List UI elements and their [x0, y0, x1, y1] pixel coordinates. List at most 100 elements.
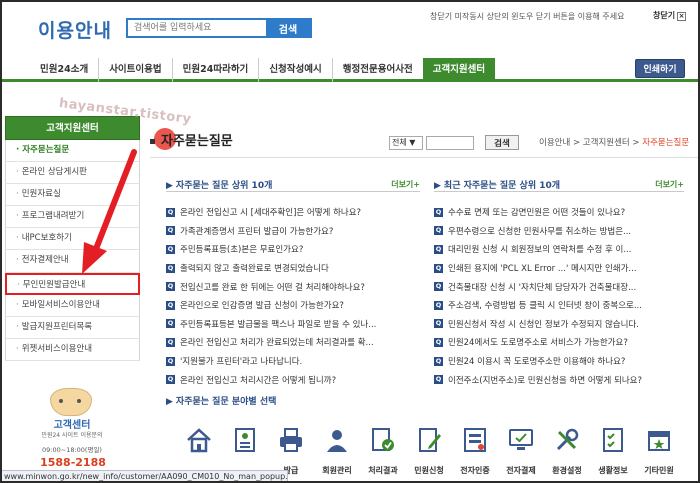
- sidebar-item-printers[interactable]: 발급지원프린터목록: [5, 316, 140, 339]
- nav-tab-follow-along[interactable]: 민원24따라하기: [171, 58, 259, 82]
- sidebar-item-pc-protect[interactable]: 내PC보호하기: [5, 228, 140, 251]
- faq-item-text: 민원24 이용시 꼭 도로명주소만 이용해야 하나요?: [448, 357, 626, 368]
- faq-recent-heading: ▶ 최근 자주묻는 질문 상위 10개 더보기+: [434, 178, 684, 192]
- nav-tab-examples[interactable]: 신청작성예시: [258, 58, 331, 82]
- faq-item[interactable]: Q 온라인으로 인감증명 발급 신청이 가능한가요?: [166, 296, 420, 315]
- help-phone: 1588-2188: [40, 456, 106, 469]
- filter-select[interactable]: 전체 ▼: [389, 135, 423, 150]
- category-label: 전자결제: [506, 466, 536, 475]
- category-application[interactable]: 민원신청: [406, 420, 452, 480]
- faq-item-text: 온라인 전입신고 처리시간은 어떻게 됩니까?: [180, 375, 337, 386]
- tools-icon: [556, 428, 579, 451]
- help-hours: 09:00~18:00(평일): [42, 446, 102, 454]
- faq-recent-top10: ▶ 최근 자주묻는 질문 상위 10개 더보기+ Q 수수료 면제 또는 감면민원은 …: [434, 178, 684, 389]
- monitor-icon: [509, 429, 533, 450]
- faq-item[interactable]: Q 대리민원 신청 시 회원정보의 연락처를 수정 후 이...: [434, 240, 684, 259]
- filter-input[interactable]: [426, 135, 474, 150]
- q-icon: Q: [166, 263, 175, 273]
- faq-recent-list: Q 수수료 면제 또는 감면민원은 어떤 것들이 있나요? Q 우편수령으로 신청한…: [434, 203, 684, 389]
- sidebar-item-materials[interactable]: 민원자료실: [5, 184, 140, 207]
- faq-item-text: 건축물대장 신청 시 '자치단체 담당자가 건축물대장...: [448, 282, 637, 293]
- logo[interactable]: 이용안내: [38, 16, 112, 43]
- checklist-icon: [603, 428, 623, 452]
- faq-item[interactable]: Q 온라인 전입신고 처리시간은 어떻게 됩니까?: [166, 370, 420, 389]
- filter-search-button[interactable]: 검색: [485, 135, 519, 150]
- faq-item[interactable]: Q 전입신고를 완료 한 뒤에는 어떤 걸 처리해야하나요?: [166, 277, 420, 296]
- sidebar-item-payment[interactable]: 전자결제안내: [5, 250, 140, 273]
- breadcrumb-current: 자주묻는질문: [642, 138, 690, 148]
- q-icon: Q: [166, 244, 175, 254]
- faq-recent-more-link[interactable]: 더보기+: [655, 179, 684, 190]
- q-icon: Q: [166, 282, 175, 292]
- faq-item-text: 온라인으로 인감증명 발급 신청이 가능한가요?: [180, 301, 344, 312]
- faq-item[interactable]: Q 우편수령으로 신청한 민원사무를 취소하는 방법은...: [434, 222, 684, 241]
- sidebar-item-mobile[interactable]: 모바일서비스이용안내: [5, 294, 140, 317]
- nav-tab-glossary[interactable]: 행정전문용어사전: [331, 58, 423, 82]
- faq-item[interactable]: Q 주민등록표등본 발급물을 팩스나 파일로 받을 수 있나...: [166, 315, 420, 334]
- faq-item[interactable]: Q 주소검색, 수령방법 등 클릭 시 인터넷 창이 중복으로...: [434, 296, 684, 315]
- faq-item[interactable]: Q 인쇄된 용지에 'PCL XL Error ...' 메시지만 인쇄가...: [434, 259, 684, 278]
- faq-item[interactable]: Q 주민등록표등(초)본은 무료인가요?: [166, 240, 420, 259]
- certificate-icon: [235, 428, 255, 452]
- faq-item[interactable]: Q 온라인 전입신고 처리가 완료되었는데 처리결과를 확...: [166, 333, 420, 352]
- category-settings[interactable]: 환경설정: [544, 420, 590, 480]
- faq-item-text: 대리민원 신청 시 회원정보의 연락처를 수정 후 이...: [448, 245, 632, 256]
- category-payment[interactable]: 전자결제: [498, 420, 544, 480]
- nav-tab-intro[interactable]: 민원24소개: [30, 58, 98, 82]
- sidebar-item-unmanned-issuance[interactable]: 무인민원발급안내: [5, 272, 140, 295]
- category-result[interactable]: 처리결과: [360, 420, 406, 480]
- faq-item[interactable]: Q 건축물대장 신청 시 '자치단체 담당자가 건축물대장...: [434, 277, 684, 296]
- q-icon: Q: [434, 337, 443, 347]
- sidebar-item-online-consult[interactable]: 온라인 상담게시판: [5, 162, 140, 185]
- category-misc[interactable]: 기타민원: [636, 420, 682, 480]
- faq-item[interactable]: Q 가족관계증명서 프린터 발급이 가능한가요?: [166, 222, 420, 241]
- q-icon: Q: [434, 375, 443, 385]
- faq-top10: ▶ 자주묻는 질문 상위 10개 더보기+ Q 온라인 전입신고 시 [세대주확인]은…: [166, 178, 420, 389]
- search-input[interactable]: [128, 20, 266, 36]
- sidebar-item-faq[interactable]: 자주묻는질문: [5, 140, 140, 163]
- sidebar-item-widget[interactable]: 위젯서비스이용안내: [5, 338, 140, 361]
- faq-item-text: 주민등록표등본 발급물을 팩스나 파일로 받을 수 있나...: [180, 319, 377, 330]
- print-button[interactable]: 인쇄하기: [635, 59, 685, 78]
- category-label: 기타민원: [644, 466, 674, 475]
- breadcrumb-path[interactable]: 이용안내 > 고객지원센터 >: [539, 138, 642, 148]
- category-label: 회원관리: [322, 466, 352, 475]
- nav-tab-site-usage[interactable]: 사이트이용법: [98, 58, 171, 82]
- faq-item[interactable]: Q 온라인 전입신고 시 [세대주확인]은 어떻게 하나요?: [166, 203, 420, 222]
- q-icon: Q: [434, 244, 443, 254]
- faq-item-text: 주민등록표등(초)본은 무료인가요?: [180, 245, 304, 256]
- q-icon: Q: [434, 263, 443, 273]
- faq-item-text: 주소검색, 수령방법 등 클릭 시 인터넷 창이 중복으로...: [448, 301, 642, 312]
- faq-top10-more-link[interactable]: 더보기+: [391, 179, 420, 190]
- faq-item-text: 인쇄된 용지에 'PCL XL Error ...' 메시지만 인쇄가...: [448, 264, 637, 275]
- faq-recent-title: 최근 자주묻는 질문 상위 10개: [443, 181, 561, 191]
- faq-top10-list: Q 온라인 전입신고 시 [세대주확인]은 어떻게 하나요? Q 가족관계증명서 프…: [166, 203, 420, 389]
- category-label: 처리결과: [368, 466, 398, 475]
- faq-top10-heading: ▶ 자주묻는 질문 상위 10개 더보기+: [166, 178, 420, 192]
- arrow-right-icon: ▶: [166, 181, 173, 191]
- category-cert-auth[interactable]: 전자인증: [452, 420, 498, 480]
- category-member[interactable]: 회원관리: [314, 420, 360, 480]
- faq-item[interactable]: Q 출력되지 않고 출력완료로 변경되었습니다: [166, 259, 420, 278]
- close-window-button[interactable]: 창닫기 ×: [653, 10, 687, 21]
- sidebar-item-downloads[interactable]: 프로그램내려받기: [5, 206, 140, 229]
- faq-item[interactable]: Q '지원불가 프린터'라고 나타납니다.: [166, 352, 420, 371]
- breadcrumb: 이용안내 > 고객지원센터 > 자주묻는질문: [539, 136, 689, 148]
- q-icon: Q: [434, 319, 443, 329]
- nav-tab-customer-support[interactable]: 고객지원센터: [422, 58, 496, 82]
- faq-item[interactable]: Q 이전주소(지번주소)로 민원신청을 하면 어떻게 되나요?: [434, 370, 684, 389]
- category-life-info[interactable]: 생활정보: [590, 420, 636, 480]
- page-title: 자주묻는질문: [150, 130, 233, 149]
- faq-item[interactable]: Q 민원24에서도 도로명주소로 서비스가 가능한가요?: [434, 333, 684, 352]
- nav-tabs: 민원24소개 사이트이용법 민원24따라하기 신청작성예시 행정전문용어사전 고…: [30, 58, 496, 82]
- search-button[interactable]: 검색: [266, 20, 310, 36]
- help-center[interactable]: 고객센터 민원24 사이트 이용문의 09:00~18:00(평일) 1588-…: [32, 382, 112, 481]
- faq-item[interactable]: Q 수수료 면제 또는 감면민원은 어떤 것들이 있나요?: [434, 203, 684, 222]
- sidebar: 고객지원센터 자주묻는질문 온라인 상담게시판 민원자료실 프로그램내려받기 내…: [5, 116, 140, 361]
- category-label: 환경설정: [552, 466, 582, 475]
- close-notice: 창닫기 미작동시 상단의 윈도우 닫기 버튼을 이용해 주세요: [430, 12, 625, 21]
- faq-item[interactable]: Q 민원신청서 작성 시 신청인 정보가 수정되지 않습니다.: [434, 315, 684, 334]
- faq-item[interactable]: Q 민원24 이용시 꼭 도로명주소만 이용해야 하나요?: [434, 352, 684, 371]
- header: 이용안내 검색 창닫기 미작동시 상단의 윈도우 닫기 버튼을 이용해 주세요 …: [2, 2, 698, 50]
- category-label: 민원신청: [414, 466, 444, 475]
